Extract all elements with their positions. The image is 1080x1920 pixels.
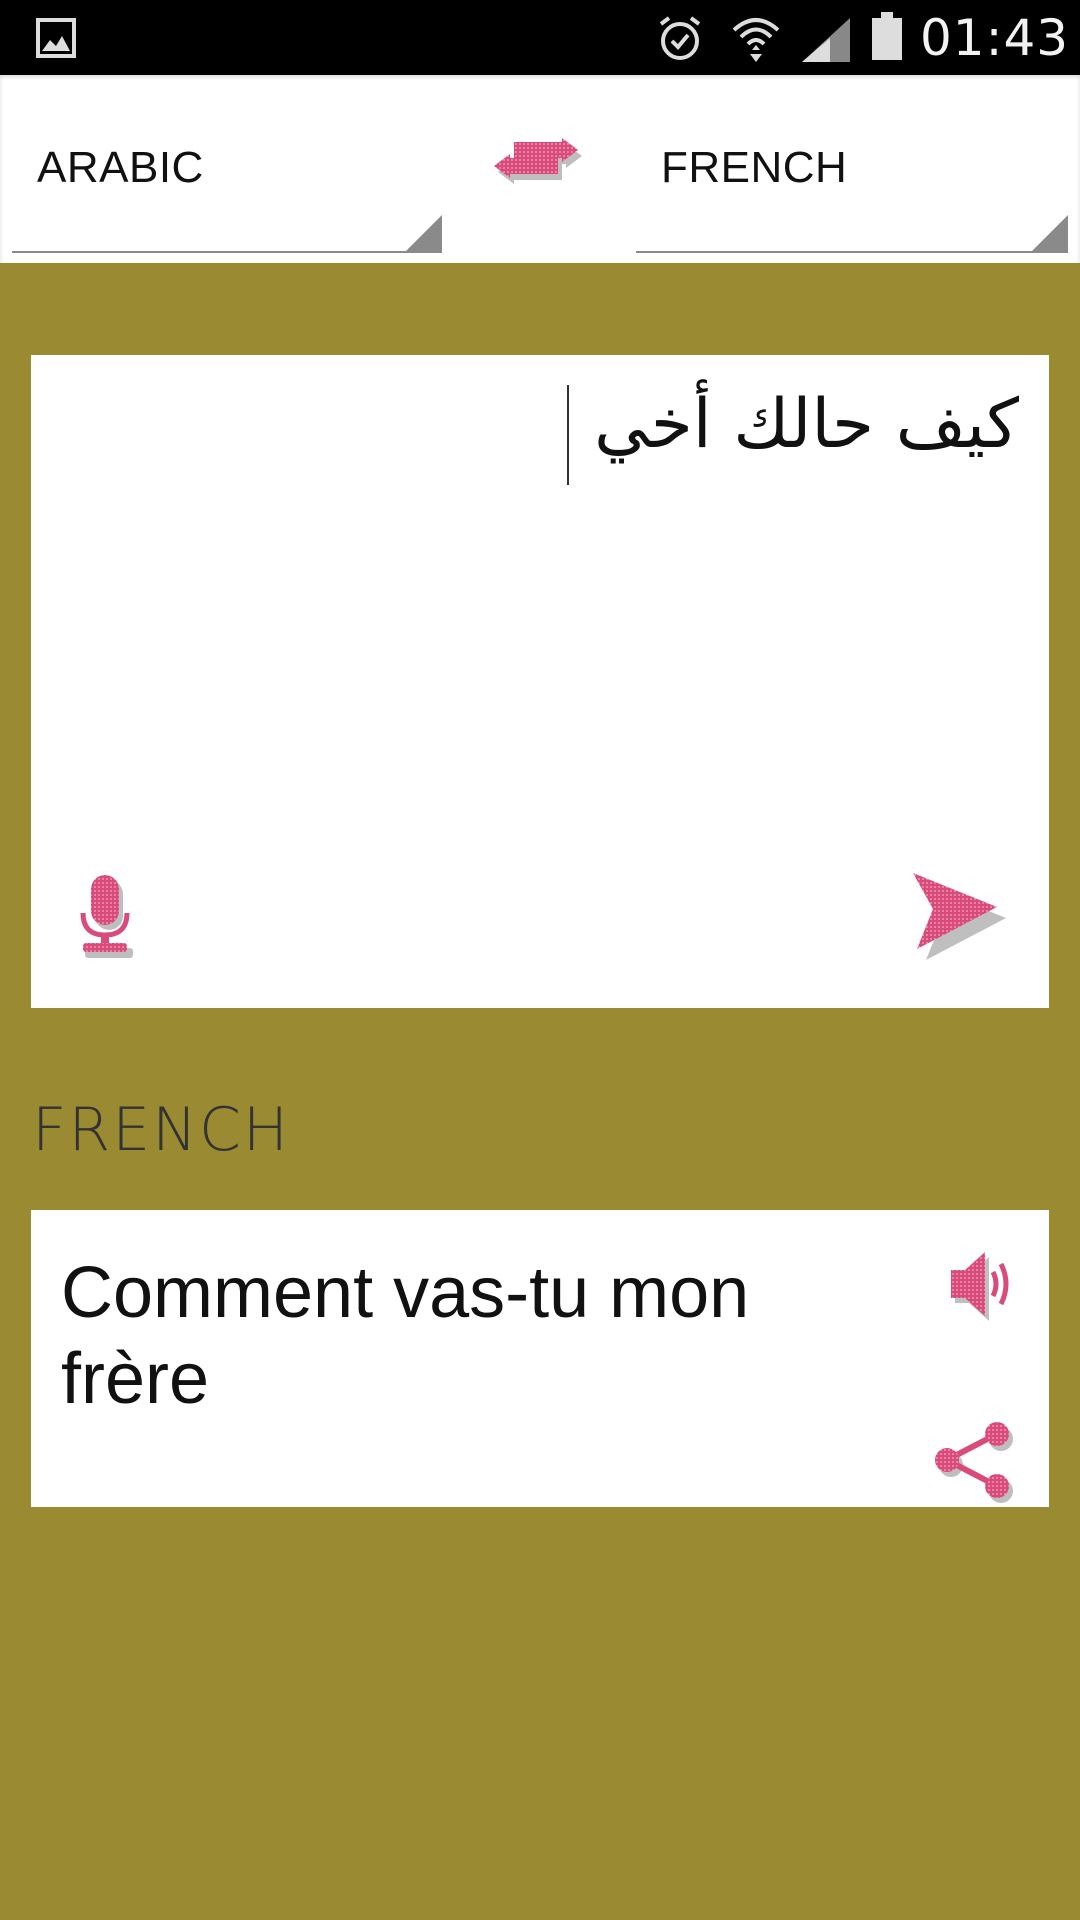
translated-text: Comment vas-tu mon frère <box>61 1253 750 1419</box>
microphone-icon[interactable] <box>73 873 137 961</box>
speaker-icon[interactable] <box>947 1244 1017 1324</box>
translate-send-icon[interactable] <box>909 869 1009 963</box>
signal-icon <box>802 18 850 62</box>
target-language-underline <box>636 251 1068 253</box>
share-icon[interactable] <box>931 1420 1015 1504</box>
wifi-icon <box>732 18 780 62</box>
input-card: كيف حالك أخي <box>31 355 1049 1008</box>
dropdown-corner-icon <box>406 215 442 251</box>
text-caret <box>567 385 569 485</box>
alarm-icon <box>659 16 701 60</box>
source-text-input[interactable]: كيف حالك أخي <box>79 385 1019 464</box>
output-card: Comment vas-tu mon frère <box>31 1210 1049 1507</box>
gallery-icon <box>36 18 76 58</box>
source-language-select[interactable]: ARABIC <box>12 75 442 253</box>
target-language-select[interactable]: FRENCH <box>636 75 1068 253</box>
battery-icon <box>872 12 902 60</box>
clock: 01:43 <box>920 9 1070 67</box>
swap-languages-icon[interactable] <box>494 138 584 210</box>
output-language-heading: FRENCH <box>32 1095 291 1165</box>
source-language-label: ARABIC <box>37 143 204 192</box>
target-language-label: FRENCH <box>661 143 848 192</box>
dropdown-corner-icon <box>1032 215 1068 251</box>
status-bar: 01:43 <box>0 0 1080 75</box>
source-language-underline <box>12 251 442 253</box>
language-bar: ARABIC FRENCH <box>0 75 1080 263</box>
